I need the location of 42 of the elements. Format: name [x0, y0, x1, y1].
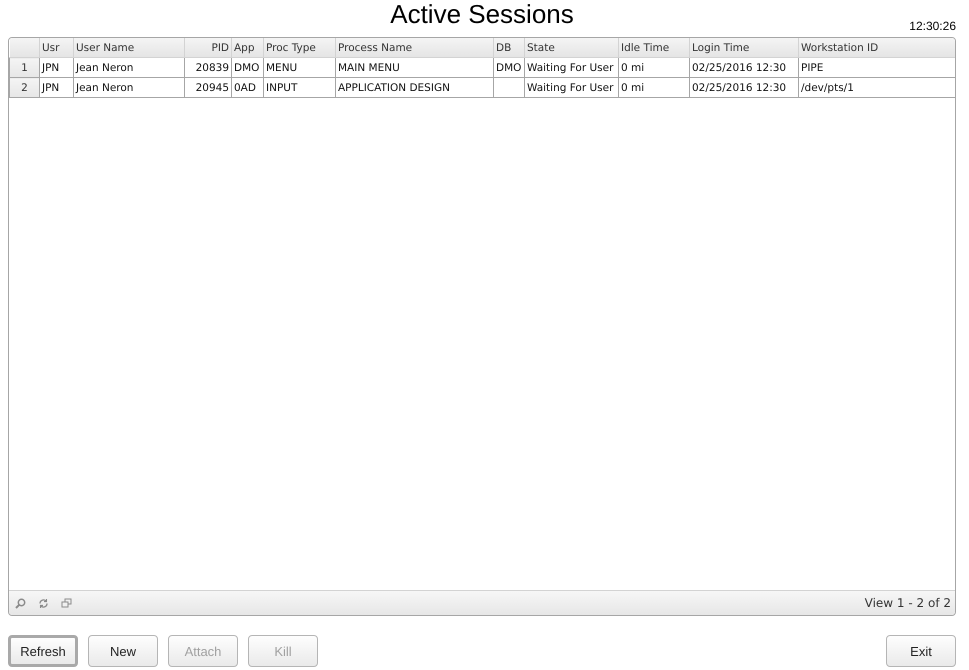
- column-header[interactable]: App: [232, 38, 264, 58]
- table-cell: 20839: [184, 58, 232, 78]
- action-button[interactable]: Refresh: [8, 635, 78, 667]
- record-count: View 1 - 2 of 2: [864, 596, 951, 610]
- table-cell: DMO: [232, 58, 264, 78]
- table-cell: JPN: [40, 58, 74, 78]
- column-header[interactable]: Idle Time: [618, 38, 690, 58]
- column-header[interactable]: Login Time: [690, 38, 798, 58]
- table-cell: Waiting For User: [524, 78, 618, 98]
- row-number: 1: [10, 58, 40, 78]
- table-cell: JPN: [40, 78, 74, 98]
- table-cell: DMO: [494, 58, 524, 78]
- exit-button[interactable]: Exit: [886, 635, 956, 667]
- action-button[interactable]: New: [88, 635, 158, 667]
- column-header[interactable]: Proc Type: [264, 38, 336, 58]
- table-cell: INPUT: [264, 78, 336, 98]
- table-cell: 0 mi: [618, 78, 690, 98]
- column-header[interactable]: State: [524, 38, 618, 58]
- column-header[interactable]: PID: [184, 38, 232, 58]
- table-cell: 20945: [184, 78, 232, 98]
- table-cell: Waiting For User: [524, 58, 618, 78]
- table-cell: 0 mi: [618, 58, 690, 78]
- clock-time: 12:30:26: [909, 19, 956, 33]
- table-cell: 02/25/2016 12:30: [690, 78, 798, 98]
- refresh-icon[interactable]: [38, 598, 49, 608]
- row-number: 2: [10, 78, 40, 98]
- page-title: Active Sessions: [390, 0, 574, 28]
- table-cell: Jean Neron: [74, 58, 184, 78]
- column-header[interactable]: Workstation ID: [798, 38, 955, 58]
- windows-icon[interactable]: [61, 598, 72, 608]
- column-header[interactable]: Usr: [40, 38, 74, 58]
- table-cell: APPLICATION DESIGN: [336, 78, 494, 98]
- table-cell: 02/25/2016 12:30: [690, 58, 798, 78]
- table-cell: [494, 78, 524, 98]
- table-cell: 0AD: [232, 78, 264, 98]
- column-header[interactable]: User Name: [74, 38, 184, 58]
- search-icon[interactable]: [15, 598, 26, 608]
- table-cell: Jean Neron: [74, 78, 184, 98]
- table-cell: MAIN MENU: [336, 58, 494, 78]
- column-header[interactable]: DB: [494, 38, 524, 58]
- column-header[interactable]: Process Name: [336, 38, 494, 58]
- table-cell: MENU: [264, 58, 336, 78]
